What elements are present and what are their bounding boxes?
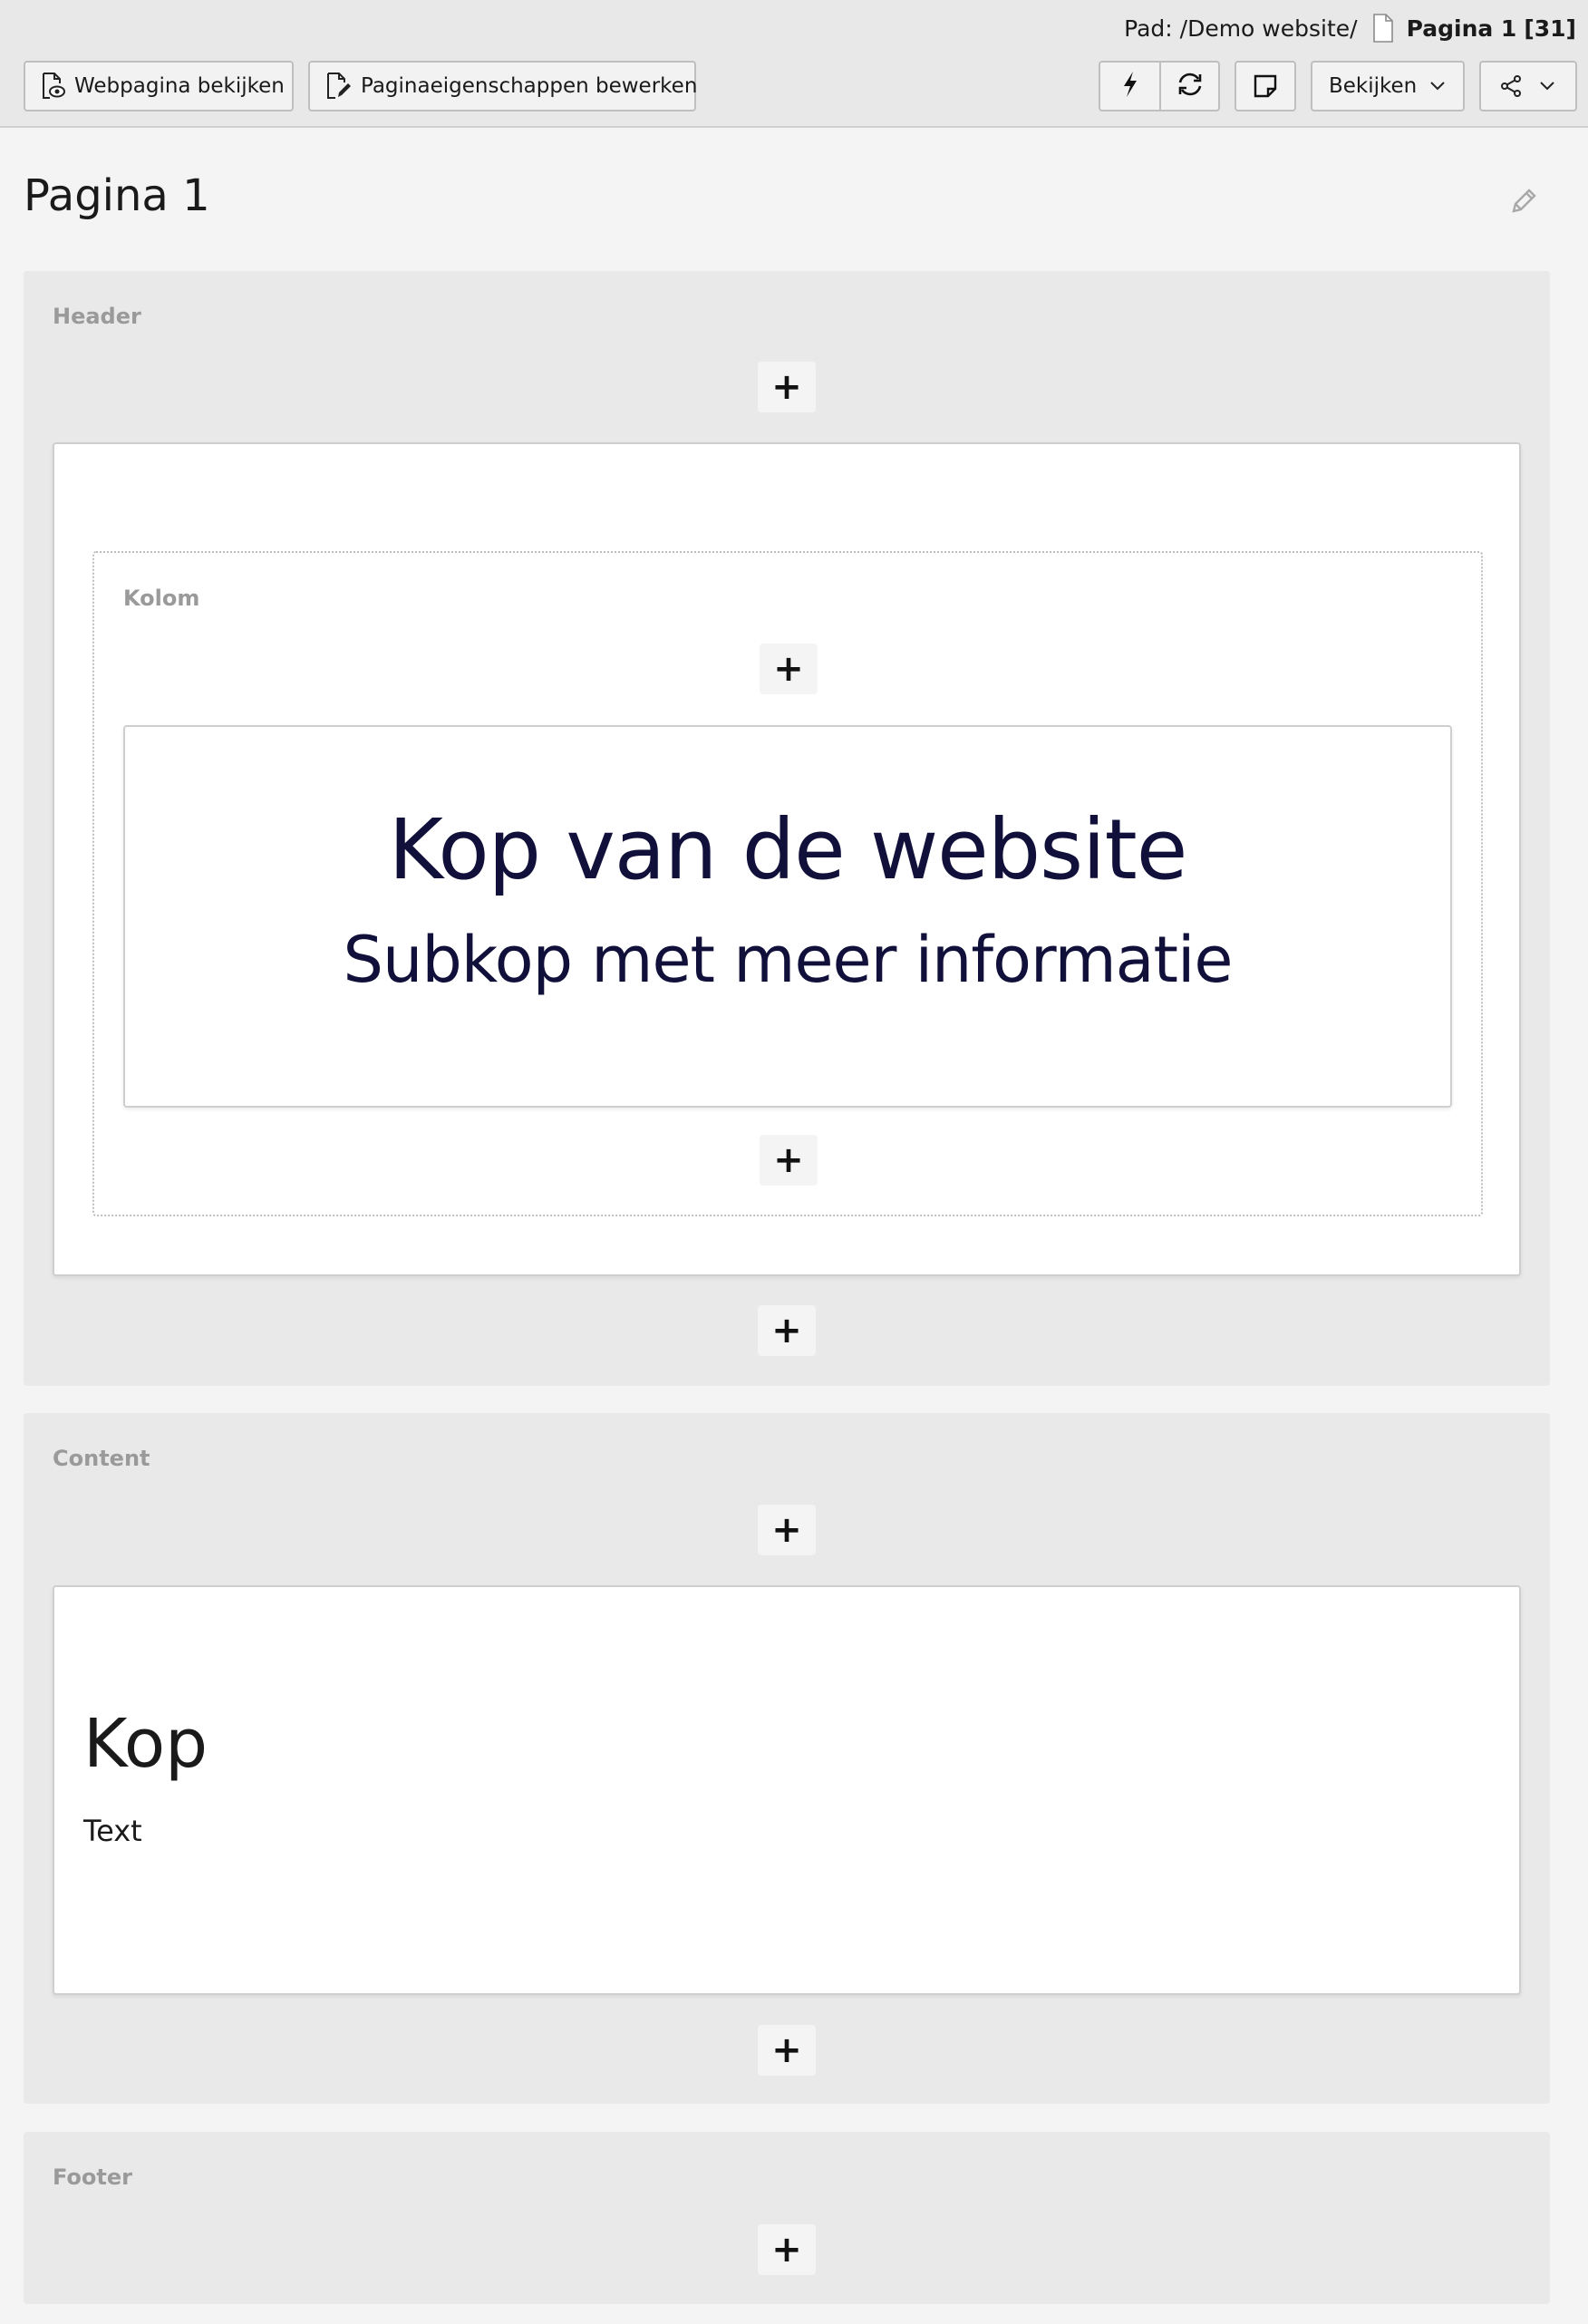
breadcrumb: Pad: /Demo website/ Pagina 1 [31] (1124, 13, 1576, 44)
refresh-icon (1176, 72, 1205, 101)
section-label-content: Content (53, 1446, 150, 1471)
module-docheader: Pad: /Demo website/ Pagina 1 [31] Webpag… (0, 0, 1588, 128)
add-content-button[interactable]: + (758, 362, 816, 412)
page-title: Pagina 1 (24, 170, 210, 221)
pencil-icon[interactable] (1510, 186, 1539, 215)
sticky-note-icon (1253, 73, 1278, 99)
breadcrumb-page-name[interactable]: Pagina 1 (1407, 15, 1517, 42)
section-label-footer: Footer (53, 2164, 132, 2190)
breadcrumb-path: Pad: /Demo website/ (1124, 15, 1358, 42)
breadcrumb-page-id: [31] (1524, 15, 1576, 42)
content-section: Content + Kop Text + (24, 1413, 1550, 2104)
text-content-card[interactable]: Kop Text (53, 1585, 1521, 1995)
section-label-header: Header (53, 304, 141, 329)
add-content-button[interactable]: + (758, 2025, 816, 2076)
share-icon (1501, 75, 1521, 97)
header-section: Header + Kolom + Kop van de website Subk… (24, 271, 1550, 1386)
content-text: Text (83, 1814, 142, 1848)
hero-title: Kop van de website (388, 801, 1188, 898)
chevron-down-icon (1539, 81, 1555, 92)
add-content-button[interactable]: + (760, 1135, 818, 1186)
lightning-icon (1122, 71, 1138, 102)
edit-page-properties-label: Paginaeigenschappen bewerken (361, 74, 698, 98)
view-mode-dropdown[interactable]: Bekijken (1311, 61, 1465, 111)
eye-document-icon (42, 73, 74, 100)
edit-document-icon (326, 73, 361, 100)
chevron-down-icon (1429, 81, 1446, 92)
document-icon (1372, 14, 1394, 43)
content-heading: Kop (83, 1705, 208, 1783)
column-area: Kolom + Kop van de website Subkop met me… (92, 551, 1483, 1216)
add-content-button[interactable]: + (758, 1505, 816, 1555)
view-webpage-label: Webpagina bekijken (74, 74, 285, 98)
view-mode-label: Bekijken (1329, 74, 1418, 98)
clear-cache-button[interactable] (1100, 63, 1159, 110)
reload-button[interactable] (1159, 63, 1218, 110)
share-dropdown[interactable] (1479, 61, 1577, 111)
cache-actions-group (1099, 61, 1220, 111)
sticky-note-button[interactable] (1235, 61, 1296, 111)
add-content-button[interactable]: + (758, 1305, 816, 1356)
hero-content-card[interactable]: Kop van de website Subkop met meer infor… (123, 725, 1452, 1108)
add-content-button[interactable]: + (758, 2224, 816, 2275)
add-content-button[interactable]: + (760, 644, 818, 694)
edit-page-properties-button[interactable]: Paginaeigenschappen bewerken (308, 61, 698, 111)
footer-section: Footer + (24, 2132, 1550, 2304)
column-label: Kolom (123, 586, 200, 611)
view-webpage-button[interactable]: Webpagina bekijken (24, 61, 294, 111)
grid-container-card[interactable]: Kolom + Kop van de website Subkop met me… (53, 442, 1521, 1276)
hero-subtitle: Subkop met meer informatie (343, 923, 1234, 997)
